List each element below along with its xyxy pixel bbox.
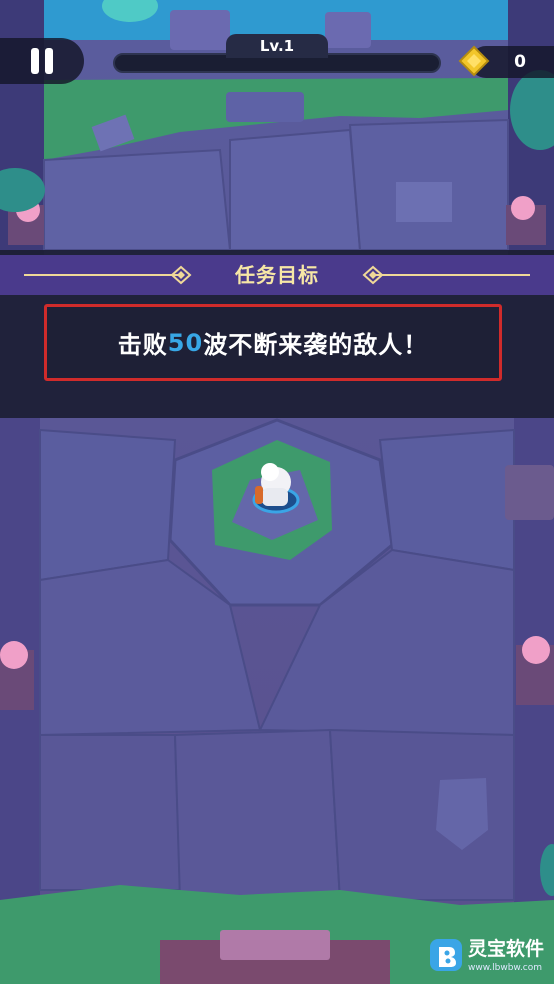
- header-divider-right: [370, 274, 530, 276]
- watermark-logo-icon: [430, 939, 462, 971]
- objective-number: 50: [167, 328, 204, 357]
- ornament-left-icon: [170, 265, 192, 285]
- ornament-right-icon: [362, 265, 384, 285]
- header-divider-left: [24, 274, 184, 276]
- pause-icon: [31, 48, 39, 74]
- watermark-url: www.lbwbw.com: [468, 963, 543, 973]
- objective-prefix: 击败: [117, 331, 168, 359]
- level-label: Lv.1: [226, 34, 328, 58]
- gold-coin-icon: [458, 45, 490, 77]
- mission-objective: 击败 50 波不断来袭的敌人！: [44, 304, 502, 381]
- coin-count: 0: [514, 52, 526, 72]
- objective-suffix: 波不断来袭的敌人！: [203, 331, 429, 359]
- game-arena: [0, 0, 554, 984]
- mission-title: 任务目标: [235, 263, 319, 287]
- arena-floor: [0, 0, 554, 984]
- watermark-name: 灵宝软件: [468, 938, 545, 960]
- pause-button[interactable]: [0, 38, 84, 84]
- pause-icon-bar: [45, 48, 53, 74]
